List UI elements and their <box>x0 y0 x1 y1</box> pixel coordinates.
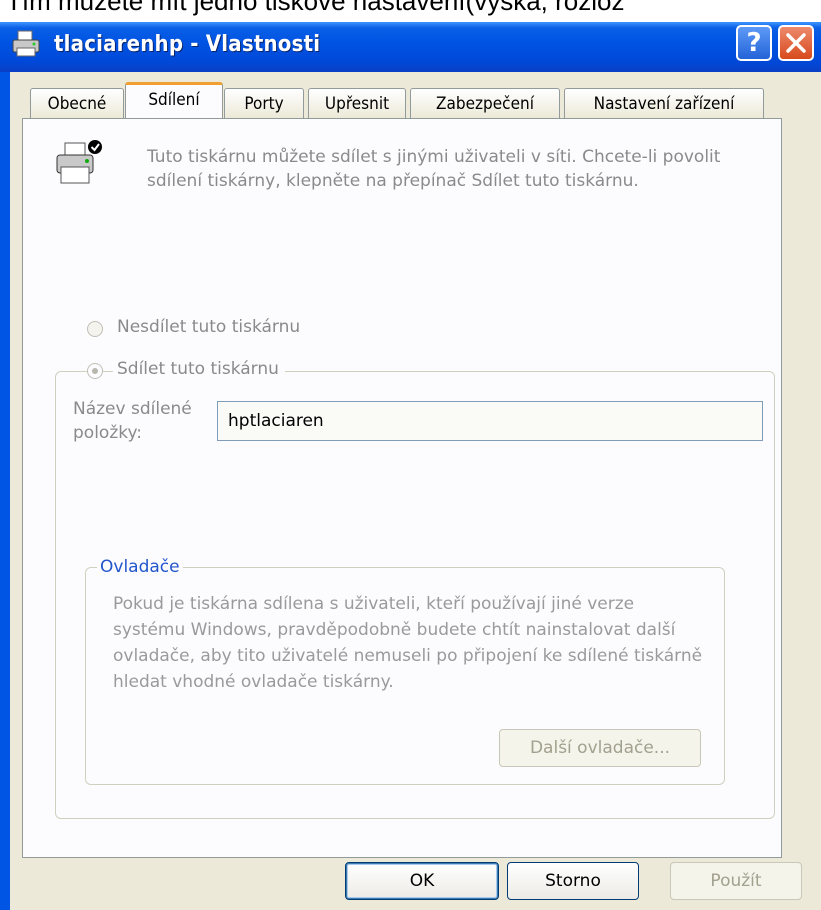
window-frame-left <box>0 72 10 910</box>
background-document-text: Tím můžete mít jedno tiskové nastavení(v… <box>0 0 821 22</box>
close-button[interactable] <box>778 25 814 61</box>
radio-no-share[interactable] <box>87 321 103 337</box>
printer-share-icon <box>56 140 102 184</box>
close-icon <box>786 33 806 53</box>
help-button[interactable]: ? <box>736 25 772 61</box>
tab-nastaveni-zarizeni[interactable]: Nastavení zařízení <box>564 88 764 118</box>
apply-button[interactable]: Použít <box>670 862 802 900</box>
cancel-button[interactable]: Storno <box>507 862 639 900</box>
background-text-line: Tím můžete mít jedno tiskové nastavení(v… <box>6 0 625 16</box>
ok-button[interactable]: OK <box>345 862 499 900</box>
tab-obecne[interactable]: Obecné <box>30 88 124 118</box>
title-bar[interactable]: tlaciarenhp - Vlastnosti ? <box>0 22 821 72</box>
radio-no-share-label: Nesdílet tuto tiskárnu <box>117 317 301 337</box>
radio-share[interactable] <box>87 363 103 379</box>
window-title: tlaciarenhp - Vlastnosti <box>54 32 321 57</box>
properties-dialog: tlaciarenhp - Vlastnosti ? Obecné Sdílen… <box>0 22 821 910</box>
radio-share-label: Sdílet tuto tiskárnu <box>113 359 285 379</box>
drivers-description: Pokud je tiskárna sdílena s uživateli, k… <box>113 594 703 692</box>
share-name-label-line1: Název sdílené <box>73 399 192 419</box>
tab-porty[interactable]: Porty <box>224 88 304 118</box>
tab-zabezpeceni[interactable]: Zabezpečení <box>410 88 560 118</box>
tab-panel-sdileni: Tuto tiskárnu můžete sdílet s jinými uži… <box>22 118 782 858</box>
printer-title-icon <box>12 30 40 57</box>
share-name-label-line2: položky: <box>73 423 143 443</box>
share-name-input[interactable]: hptlaciaren <box>217 401 763 441</box>
tab-upresnit[interactable]: Upřesnit <box>308 88 406 118</box>
tab-sdileni[interactable]: Sdílení <box>125 82 223 118</box>
additional-drivers-button[interactable]: Další ovladače... <box>499 729 701 767</box>
drivers-groupbox-title: Ovladače <box>97 557 183 577</box>
sharing-info-text: Tuto tiskárnu můžete sdílet s jinými uži… <box>147 147 721 191</box>
